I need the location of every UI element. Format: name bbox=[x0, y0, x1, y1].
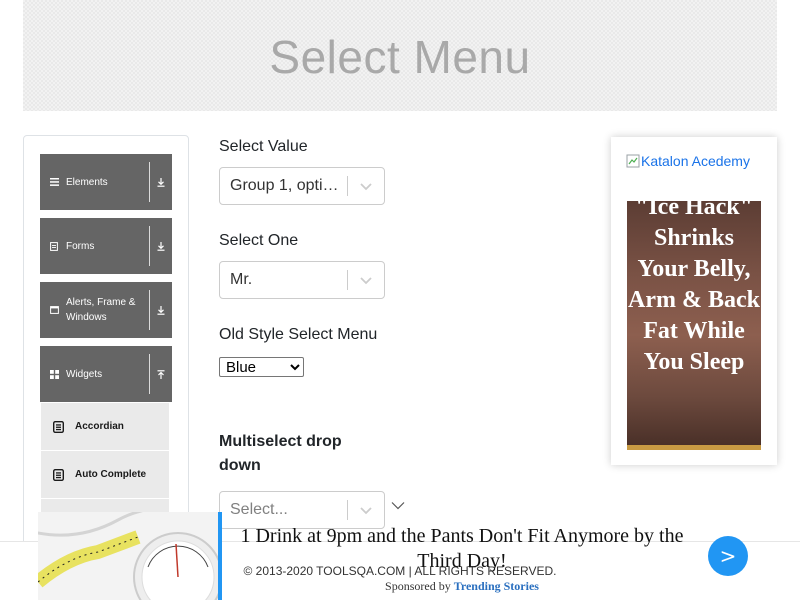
nav-group-label: Widgets bbox=[66, 368, 103, 380]
ad-scale-image[interactable] bbox=[38, 512, 218, 600]
sidebar-item-label: Accordian bbox=[75, 421, 124, 432]
sponsored-prefix: Sponsored by bbox=[385, 579, 451, 593]
multiselect-label: Multiselect drop down bbox=[219, 430, 342, 478]
broken-image-icon bbox=[626, 154, 640, 168]
divider bbox=[149, 226, 150, 266]
sidebar-item-label: Auto Complete bbox=[75, 469, 147, 480]
nav-group-forms[interactable]: Forms bbox=[40, 218, 172, 274]
select-value-dropdown[interactable]: Group 1, option 1 bbox=[219, 167, 385, 205]
old-style-select-label: Old Style Select Menu bbox=[219, 326, 378, 343]
divider bbox=[149, 162, 150, 202]
scale-illustration bbox=[38, 512, 218, 600]
divider bbox=[149, 354, 150, 394]
chevron-down-icon[interactable] bbox=[348, 506, 384, 515]
ad-image-alt-text: Katalon Acedemy bbox=[641, 153, 750, 169]
grid-icon bbox=[40, 369, 62, 379]
chevron-down-icon[interactable] bbox=[391, 497, 405, 515]
page-banner: Select Menu bbox=[23, 0, 777, 111]
sponsored-line: Sponsored by Trending Stories bbox=[236, 579, 688, 594]
nav-group-label: Forms bbox=[66, 240, 95, 252]
select-one-current: Mr. bbox=[230, 271, 253, 288]
nav-group-widgets[interactable]: Widgets bbox=[40, 346, 172, 402]
select-one-dropdown[interactable]: Mr. bbox=[219, 261, 385, 299]
download-icon[interactable] bbox=[150, 305, 172, 315]
document-icon bbox=[40, 241, 62, 251]
page-title: Select Menu bbox=[269, 30, 531, 83]
menu-box-icon bbox=[41, 420, 75, 433]
menu-box-icon bbox=[41, 468, 75, 481]
nav-group-label: Alerts, Frame & Windows bbox=[66, 297, 136, 323]
multiselect-label-line: Multiselect drop bbox=[219, 433, 342, 450]
download-icon[interactable] bbox=[150, 177, 172, 187]
multiselect-label-line: down bbox=[219, 457, 261, 474]
nav-group-elements[interactable]: Elements bbox=[40, 154, 172, 210]
select-value-label: Select Value bbox=[219, 138, 308, 155]
sidebar-item-accordian[interactable]: Accordian bbox=[41, 403, 169, 450]
ad-headline[interactable]: 1 Drink at 9pm and the Pants Don't Fit A… bbox=[236, 524, 688, 574]
download-icon[interactable] bbox=[150, 241, 172, 251]
nav-group-label: Elements bbox=[66, 176, 108, 188]
divider bbox=[149, 290, 150, 330]
select-one-label: Select One bbox=[219, 232, 299, 249]
select-value-current: Group 1, option 1 bbox=[230, 177, 347, 194]
multiselect-placeholder: Select... bbox=[230, 501, 288, 518]
ad-image-text: "Ice Hack" Shrinks Your Belly, Arm & Bac… bbox=[628, 194, 760, 375]
ad-accent-bar bbox=[218, 512, 222, 600]
ad-next-button[interactable]: > bbox=[708, 536, 748, 576]
sponsored-source-link[interactable]: Trending Stories bbox=[454, 579, 539, 593]
upload-icon[interactable] bbox=[150, 369, 172, 379]
old-style-select-menu[interactable]: Blue bbox=[219, 357, 304, 377]
ad-image-link[interactable]: Katalon Acedemy bbox=[626, 153, 750, 169]
chevron-down-icon[interactable] bbox=[348, 182, 384, 191]
chevron-down-icon[interactable] bbox=[348, 276, 384, 285]
list-icon bbox=[40, 178, 62, 186]
nav-group-alerts-frame-windows[interactable]: Alerts, Frame & Windows bbox=[40, 282, 172, 338]
sidebar-item-auto-complete[interactable]: Auto Complete bbox=[41, 451, 169, 498]
window-icon bbox=[40, 306, 62, 314]
